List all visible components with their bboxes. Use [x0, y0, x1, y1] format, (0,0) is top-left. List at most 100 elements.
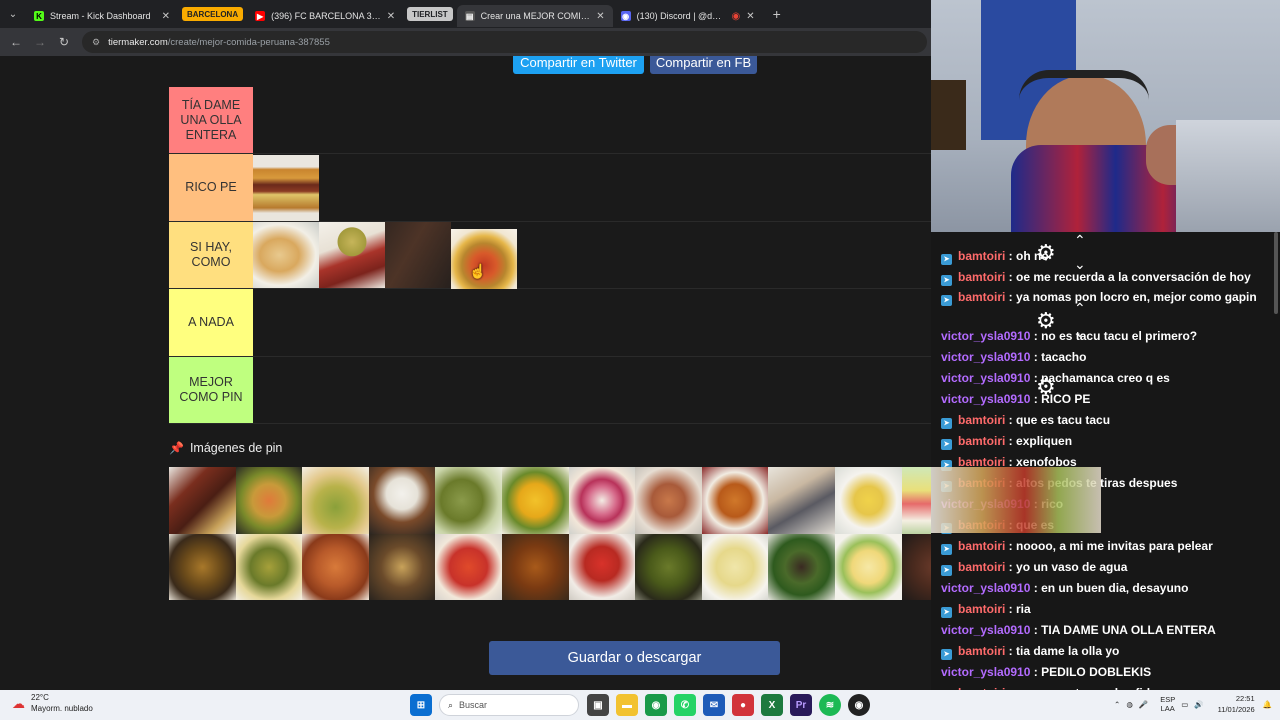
- outlook-icon[interactable]: ✉: [703, 694, 725, 716]
- chevron-up-icon[interactable]: ⌃: [1074, 300, 1086, 317]
- tier-label[interactable]: TÍA DAME UNA OLLA ENTERA: [169, 87, 253, 154]
- tab-discord[interactable]: ◉ (130) Discord | @doblekis. ◉ ✕: [613, 5, 763, 27]
- chat-username[interactable]: bamtoiri: [958, 560, 1005, 574]
- chat-username[interactable]: bamtoiri: [958, 270, 1005, 284]
- dragged-food-image[interactable]: [931, 467, 1101, 533]
- volume-icon[interactable]: 🔊: [1194, 700, 1203, 709]
- share-twitter-button[interactable]: Compartir en Twitter: [513, 56, 644, 74]
- chevron-down-icon[interactable]: ⌄: [1074, 256, 1086, 273]
- network-icon[interactable]: ◍: [1126, 700, 1133, 709]
- chat-username[interactable]: bamtoiri: [958, 434, 1005, 448]
- tab-group-tierlist[interactable]: TIERLIST: [407, 7, 453, 21]
- pin-image-ceviche[interactable]: [568, 467, 636, 534]
- forward-icon[interactable]: →: [28, 35, 52, 49]
- pin-image-roast-pig[interactable]: [635, 467, 702, 534]
- pin-image-stuffed-pepper[interactable]: [568, 533, 636, 600]
- chevron-up-icon[interactable]: ⌃: [1074, 232, 1086, 249]
- pin-image-chicharron[interactable]: [169, 533, 236, 600]
- close-icon[interactable]: ✕: [746, 11, 754, 22]
- premiere-icon[interactable]: Pr: [790, 694, 812, 716]
- pin-image-anticuchos[interactable]: [169, 467, 236, 534]
- pin-image-layered-salad[interactable]: [901, 467, 931, 534]
- chevron-up-icon[interactable]: ⌃: [1114, 700, 1120, 709]
- chat-username[interactable]: bamtoiri: [958, 413, 1005, 427]
- tab-search-icon[interactable]: ⌄: [0, 0, 26, 28]
- chat-username[interactable]: bamtoiri: [958, 290, 1005, 304]
- share-fb-button[interactable]: Compartir en FB: [650, 56, 757, 74]
- microphone-icon[interactable]: 🎤: [1139, 700, 1148, 709]
- site-info-icon[interactable]: ⚙: [92, 37, 100, 48]
- tab-tiermaker[interactable]: ▤ Crear una MEJOR COMIDA PER ✕: [456, 5, 613, 27]
- pin-image-tallarines[interactable]: [701, 533, 769, 600]
- url-input[interactable]: ⚙ tiermaker.com/create/mejor-comida-peru…: [82, 31, 927, 53]
- chat-username[interactable]: victor_ysla0910: [941, 329, 1030, 343]
- pin-image-tamales[interactable]: [435, 467, 502, 534]
- taskbar-search[interactable]: ⌕ Buscar: [439, 694, 579, 716]
- pin-image-roast-chicken[interactable]: [501, 533, 569, 600]
- pin-image-green-rice[interactable]: [302, 467, 369, 534]
- weather-widget[interactable]: ☁ 22°C Mayorm. nublado: [12, 692, 93, 714]
- language-indicator[interactable]: ESP LAA: [1160, 695, 1175, 713]
- food-image-dark-dish[interactable]: [385, 221, 451, 288]
- pin-image-green-soup[interactable]: [635, 533, 702, 600]
- tier-label[interactable]: A NADA: [169, 289, 253, 356]
- excel-icon[interactable]: X: [761, 694, 783, 716]
- tier-drop-zone[interactable]: ☝: [253, 221, 931, 295]
- chat-username[interactable]: victor_ysla0910: [941, 581, 1030, 595]
- chrome-icon[interactable]: ◉: [645, 694, 667, 716]
- food-image-burger[interactable]: [253, 154, 319, 221]
- food-image-noodle-plate[interactable]: ☝: [451, 228, 517, 295]
- pin-image-carapulcra[interactable]: [701, 467, 769, 534]
- close-icon[interactable]: ✕: [596, 11, 604, 22]
- pin-image-papa-huancaina[interactable]: [834, 533, 902, 600]
- notification-icon[interactable]: 🔔: [1263, 700, 1272, 709]
- gear-icon[interactable]: ⚙: [1036, 240, 1056, 266]
- tier-drop-zone[interactable]: [253, 87, 931, 154]
- windows-start-icon[interactable]: ⊞: [410, 694, 432, 716]
- pin-image-fried-plantains[interactable]: [501, 467, 569, 534]
- pin-image-tacu-tacu[interactable]: [235, 533, 303, 600]
- chat-username[interactable]: bamtoiri: [958, 602, 1005, 616]
- chat-username[interactable]: victor_ysla0910: [941, 623, 1030, 637]
- obs-icon[interactable]: ●: [732, 694, 754, 716]
- gear-icon[interactable]: ⚙: [1036, 374, 1056, 400]
- pin-image-fish-plate[interactable]: [768, 467, 835, 534]
- tab-kick-dashboard[interactable]: K Stream - Kick Dashboard ✕: [26, 5, 178, 27]
- chat-username[interactable]: victor_ysla0910: [941, 350, 1030, 364]
- recording-app-icon[interactable]: ◉: [848, 694, 870, 716]
- reload-icon[interactable]: ↻: [52, 35, 76, 49]
- whatsapp-icon[interactable]: ✆: [674, 694, 696, 716]
- tier-label[interactable]: RICO PE: [169, 154, 253, 221]
- close-icon[interactable]: ✕: [162, 11, 170, 22]
- pin-image-arroz-con-mariscos[interactable]: [435, 533, 502, 600]
- tier-drop-zone[interactable]: [253, 356, 931, 423]
- tab-group-barcelona[interactable]: BARCELONA: [182, 7, 244, 21]
- tab-youtube-barcelona[interactable]: ▶ (396) FC BARCELONA 3-2 REAL ✕: [247, 5, 403, 27]
- new-tab-icon[interactable]: +: [773, 6, 781, 22]
- pin-image-causa[interactable]: [834, 467, 902, 534]
- chat-username[interactable]: victor_ysla0910: [941, 392, 1030, 406]
- pin-image-beans[interactable]: [302, 533, 369, 600]
- clock[interactable]: 22:51 11/01/2026: [1218, 693, 1255, 715]
- pin-image-seafood-rice[interactable]: [235, 467, 303, 534]
- pin-image-tallarin-verde[interactable]: [768, 533, 835, 600]
- file-explorer-icon[interactable]: ▬: [616, 694, 638, 716]
- spotify-icon[interactable]: ≋: [819, 694, 841, 716]
- pin-image-lomo-saltado[interactable]: [901, 533, 931, 600]
- chat-username[interactable]: bamtoiri: [958, 539, 1005, 553]
- chevron-down-icon[interactable]: ⌄: [1074, 324, 1086, 341]
- chat-username[interactable]: victor_ysla0910: [941, 371, 1030, 385]
- pin-image-ham-roll[interactable]: [368, 533, 436, 600]
- tier-label[interactable]: MEJOR COMO PIN: [169, 356, 253, 423]
- pin-image-rice-mound[interactable]: [368, 467, 436, 534]
- display-icon[interactable]: ▭: [1181, 700, 1188, 709]
- chat-username[interactable]: bamtoiri: [958, 644, 1005, 658]
- back-icon[interactable]: ←: [4, 35, 28, 49]
- chat-username[interactable]: bamtoiri: [958, 249, 1005, 263]
- close-icon[interactable]: ✕: [387, 11, 395, 22]
- save-download-button[interactable]: Guardar o descargar: [489, 641, 780, 675]
- gear-icon[interactable]: ⚙: [1036, 308, 1056, 334]
- food-image-steak-plate[interactable]: [319, 221, 385, 288]
- food-image-chicken-rice[interactable]: [253, 221, 319, 288]
- task-view-icon[interactable]: ▣: [587, 694, 609, 716]
